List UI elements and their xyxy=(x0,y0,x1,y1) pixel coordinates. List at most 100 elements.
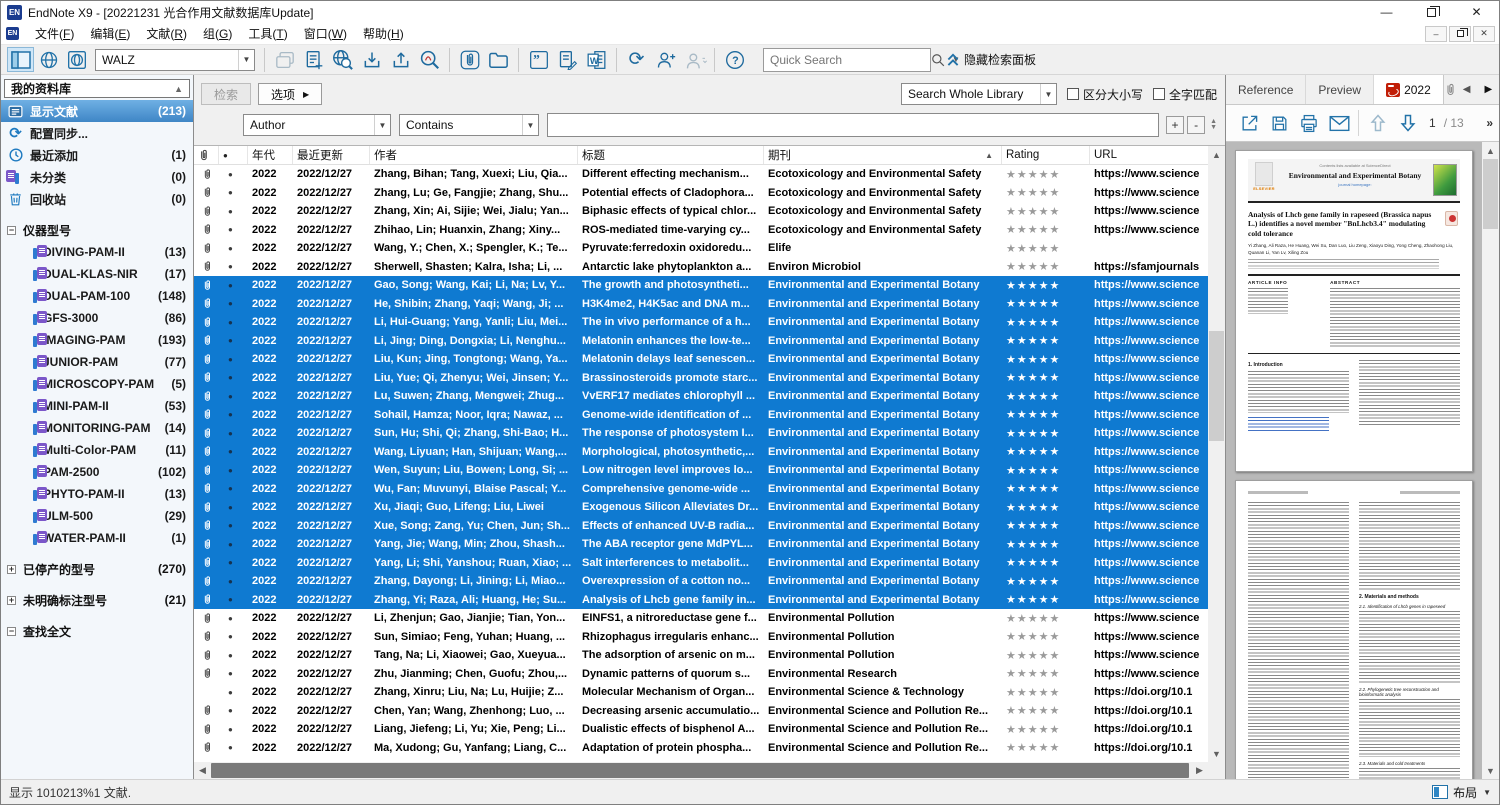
sidebar-item-IMAGING-PAM[interactable]: IMAGING-PAM(193) xyxy=(1,329,193,351)
scrollbar-thumb[interactable] xyxy=(211,763,1189,778)
table-row[interactable]: ●20222022/12/27Zhang, Xinru; Liu, Na; Lu… xyxy=(194,683,1208,702)
table-row[interactable]: ●20222022/12/27Sherwell, Shasten; Kalra,… xyxy=(194,258,1208,277)
child-close-button[interactable]: ✕ xyxy=(1473,26,1495,42)
tab-preview[interactable]: Preview xyxy=(1306,75,1374,104)
output-style-combo[interactable]: WALZ ▼ xyxy=(95,49,255,71)
menu-item[interactable]: 帮助(H) xyxy=(355,25,412,42)
menu-item[interactable]: 文献(R) xyxy=(138,25,195,42)
go-to-word-button[interactable]: W xyxy=(582,47,611,73)
scroll-up-icon[interactable]: ▲ xyxy=(1208,146,1225,163)
table-row[interactable]: ●20222022/12/27Sohail, Hamza; Noor, Iqra… xyxy=(194,406,1208,425)
table-row[interactable]: ●20222022/12/27Li, Zhenjun; Gao, Jianjie… xyxy=(194,609,1208,628)
page-number[interactable]: 1 xyxy=(1429,116,1436,130)
sidebar-group-已停产的型号[interactable]: +已停产的型号(270) xyxy=(1,558,193,580)
share-library-button[interactable] xyxy=(651,47,680,73)
insert-citation-button[interactable]: ” xyxy=(524,47,553,73)
table-row[interactable]: ●20222022/12/27Sun, Simiao; Feng, Yuhan;… xyxy=(194,628,1208,647)
sidebar-item-[interactable]: 显示文献(213) xyxy=(1,100,193,122)
search-icon[interactable] xyxy=(931,53,945,67)
table-row[interactable]: ●20222022/12/27Tang, Na; Li, Xiaowei; Ga… xyxy=(194,646,1208,665)
table-row[interactable]: ●20222022/12/27He, Shibin; Zhang, Yaqi; … xyxy=(194,295,1208,314)
table-row[interactable]: ●20222022/12/27Gao, Song; Wang, Kai; Li,… xyxy=(194,276,1208,295)
restore-button[interactable] xyxy=(1409,1,1454,23)
table-horizontal-scrollbar[interactable]: ◀ ▶ xyxy=(194,762,1208,779)
sidebar-item-DUAL-KLAS-NIR[interactable]: DUAL-KLAS-NIR(17) xyxy=(1,263,193,285)
table-row[interactable]: ●20222022/12/27Zhang, Yi; Raza, Ali; Hua… xyxy=(194,591,1208,610)
search-field-select[interactable]: Author ▼ xyxy=(243,114,391,136)
expand-icon[interactable]: + xyxy=(7,596,16,605)
integrated-library-mode-button[interactable] xyxy=(63,47,90,72)
scroll-left-icon[interactable]: ◀ xyxy=(194,762,211,779)
sidebar-item-[interactable]: 回收站(0) xyxy=(1,188,193,210)
sidebar-item-DUAL-PAM-100[interactable]: DUAL-PAM-100(148) xyxy=(1,285,193,307)
sidebar-item-ULM-500[interactable]: ULM-500(29) xyxy=(1,505,193,527)
sidebar-item-JUNIOR-PAM[interactable]: JUNIOR-PAM(77) xyxy=(1,351,193,373)
open-pdf-button[interactable] xyxy=(1234,109,1264,137)
menu-item[interactable]: 文件(F) xyxy=(27,25,82,42)
hide-search-panel-button[interactable]: 隐藏检索面板 xyxy=(947,51,1036,68)
table-row[interactable]: ●20222022/12/27Xu, Jiaqi; Guo, Lifeng; L… xyxy=(194,498,1208,517)
online-search-mode-button[interactable] xyxy=(35,47,62,72)
menu-item[interactable]: 窗口(W) xyxy=(296,25,355,42)
search-scope-select[interactable]: Search Whole Library ▼ xyxy=(901,83,1057,105)
sidebar-group-仪器型号[interactable]: −仪器型号 xyxy=(1,219,193,241)
tab-pdf-2022[interactable]: 2022 xyxy=(1374,75,1444,104)
collapse-icon[interactable]: − xyxy=(7,226,16,235)
table-row[interactable]: ●20222022/12/27Li, Jing; Ding, Dongxia; … xyxy=(194,332,1208,351)
sidebar-item-MONITORING-PAM[interactable]: MONITORING-PAM(14) xyxy=(1,417,193,439)
table-row[interactable]: ●20222022/12/27Liang, Jiefeng; Li, Yu; X… xyxy=(194,720,1208,739)
sidebar-item-[interactable]: 最近添加(1) xyxy=(1,144,193,166)
table-row[interactable]: ●20222022/12/27Wang, Y.; Chen, X.; Speng… xyxy=(194,239,1208,258)
scroll-right-icon[interactable]: ▶ xyxy=(1191,762,1208,779)
table-row[interactable]: ●20222022/12/27Sun, Hu; Shi, Qi; Zhang, … xyxy=(194,424,1208,443)
column-header-updated[interactable]: 最近更新 xyxy=(293,146,370,164)
table-row[interactable]: ●20222022/12/27Yang, Li; Shi, Yanshou; R… xyxy=(194,554,1208,573)
table-row[interactable]: ●20222022/12/27Yang, Jie; Wang, Min; Zho… xyxy=(194,535,1208,554)
tab-reference[interactable]: Reference xyxy=(1226,75,1306,104)
previous-tab-icon[interactable]: ◀ xyxy=(1456,84,1478,95)
sidebar-group-未明确标注型号[interactable]: +未明确标注型号(21) xyxy=(1,589,193,611)
column-header-read-status[interactable]: ● xyxy=(219,146,248,164)
layout-button[interactable]: 布局 ▼ xyxy=(1432,784,1491,801)
search-operator-select[interactable]: Contains ▼ xyxy=(399,114,539,136)
match-words-checkbox[interactable]: 全字匹配 xyxy=(1153,86,1217,103)
table-row[interactable]: ●20222022/12/27Wu, Fan; Muvunyi, Blaise … xyxy=(194,480,1208,499)
search-term-input[interactable] xyxy=(547,113,1159,137)
sidebar-item-DIVING-PAM-II[interactable]: DIVING-PAM-II(13) xyxy=(1,241,193,263)
local-library-mode-button[interactable] xyxy=(7,47,34,72)
table-row[interactable]: ●20222022/12/27Zhang, Xin; Ai, Sijie; We… xyxy=(194,202,1208,221)
chevron-down-icon[interactable]: ▼ xyxy=(238,50,254,70)
menu-item[interactable]: 编辑(E) xyxy=(82,25,138,42)
table-row[interactable]: ●20222022/12/27Ma, Xudong; Gu, Yanfang; … xyxy=(194,739,1208,758)
column-header-journal[interactable]: 期刊▲ xyxy=(764,146,1002,164)
quick-search-input[interactable] xyxy=(764,53,931,67)
export-button[interactable] xyxy=(386,47,415,73)
column-header-year[interactable]: 年代 xyxy=(248,146,293,164)
print-pdf-button[interactable] xyxy=(1294,109,1324,137)
table-row[interactable]: ●20222022/12/27Zhihao, Lin; Huanxin, Zha… xyxy=(194,221,1208,240)
scroll-down-icon[interactable]: ▼ xyxy=(1482,762,1499,779)
table-row[interactable]: ●20222022/12/27Zhang, Lu; Ge, Fangjie; Z… xyxy=(194,184,1208,203)
next-tab-icon[interactable]: ▶ xyxy=(1477,84,1499,95)
sidebar-item-MINI-PAM-II[interactable]: MINI-PAM-II(53) xyxy=(1,395,193,417)
chevron-up-icon[interactable]: ▲ xyxy=(174,84,183,94)
previous-page-button[interactable] xyxy=(1363,109,1393,137)
table-row[interactable]: ●20222022/12/27Lu, Suwen; Zhang, Mengwei… xyxy=(194,387,1208,406)
new-reference-button[interactable] xyxy=(299,47,328,73)
collapse-icon[interactable]: − xyxy=(7,627,16,636)
column-header-authors[interactable]: 作者 xyxy=(370,146,578,164)
endnote-account-button[interactable] xyxy=(680,47,709,73)
save-pdf-button[interactable] xyxy=(1264,109,1294,137)
next-page-button[interactable] xyxy=(1393,109,1423,137)
email-pdf-button[interactable] xyxy=(1324,109,1354,137)
attach-file-button[interactable] xyxy=(455,47,484,73)
table-row[interactable]: ●20222022/12/27Zhang, Dayong; Li, Jining… xyxy=(194,572,1208,591)
online-search-button[interactable] xyxy=(328,47,357,73)
open-file-button[interactable] xyxy=(484,47,513,73)
search-button[interactable]: 检索 xyxy=(201,83,251,105)
table-row[interactable]: ●20222022/12/27Wen, Suyun; Liu, Bowen; L… xyxy=(194,461,1208,480)
scrollbar-thumb[interactable] xyxy=(1483,159,1498,229)
column-header-rating[interactable]: Rating xyxy=(1002,146,1090,164)
minimize-button[interactable]: — xyxy=(1364,1,1409,23)
table-row[interactable]: ●20222022/12/27Zhu, Jianming; Chen, Guof… xyxy=(194,665,1208,684)
